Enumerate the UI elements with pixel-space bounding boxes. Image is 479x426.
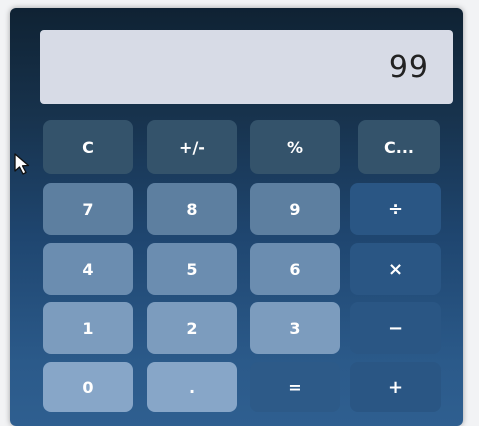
digit-3-button[interactable]: 3 (250, 302, 340, 354)
digit-9-button[interactable]: 9 (250, 183, 340, 235)
display-value: 99 (388, 49, 429, 85)
mouse-pointer-icon (14, 153, 30, 175)
digit-4-button[interactable]: 4 (43, 243, 133, 295)
sign-toggle-button[interactable]: +/- (147, 120, 237, 174)
add-button[interactable]: + (350, 362, 441, 412)
calculator-display: 99 (40, 30, 453, 104)
digit-2-button[interactable]: 2 (147, 302, 237, 354)
percent-button[interactable]: % (250, 120, 340, 174)
equals-button[interactable]: = (250, 362, 340, 412)
clear-button[interactable]: C (43, 120, 133, 174)
clear-entry-button[interactable]: C... (358, 120, 440, 174)
digit-0-button[interactable]: 0 (43, 362, 133, 412)
decimal-button[interactable]: . (147, 362, 237, 412)
multiply-button[interactable]: × (350, 243, 441, 295)
digit-7-button[interactable]: 7 (43, 183, 133, 235)
digit-5-button[interactable]: 5 (147, 243, 237, 295)
subtract-button[interactable]: − (350, 302, 441, 354)
digit-6-button[interactable]: 6 (250, 243, 340, 295)
digit-1-button[interactable]: 1 (43, 302, 133, 354)
digit-8-button[interactable]: 8 (147, 183, 237, 235)
divide-button[interactable]: ÷ (350, 183, 441, 235)
